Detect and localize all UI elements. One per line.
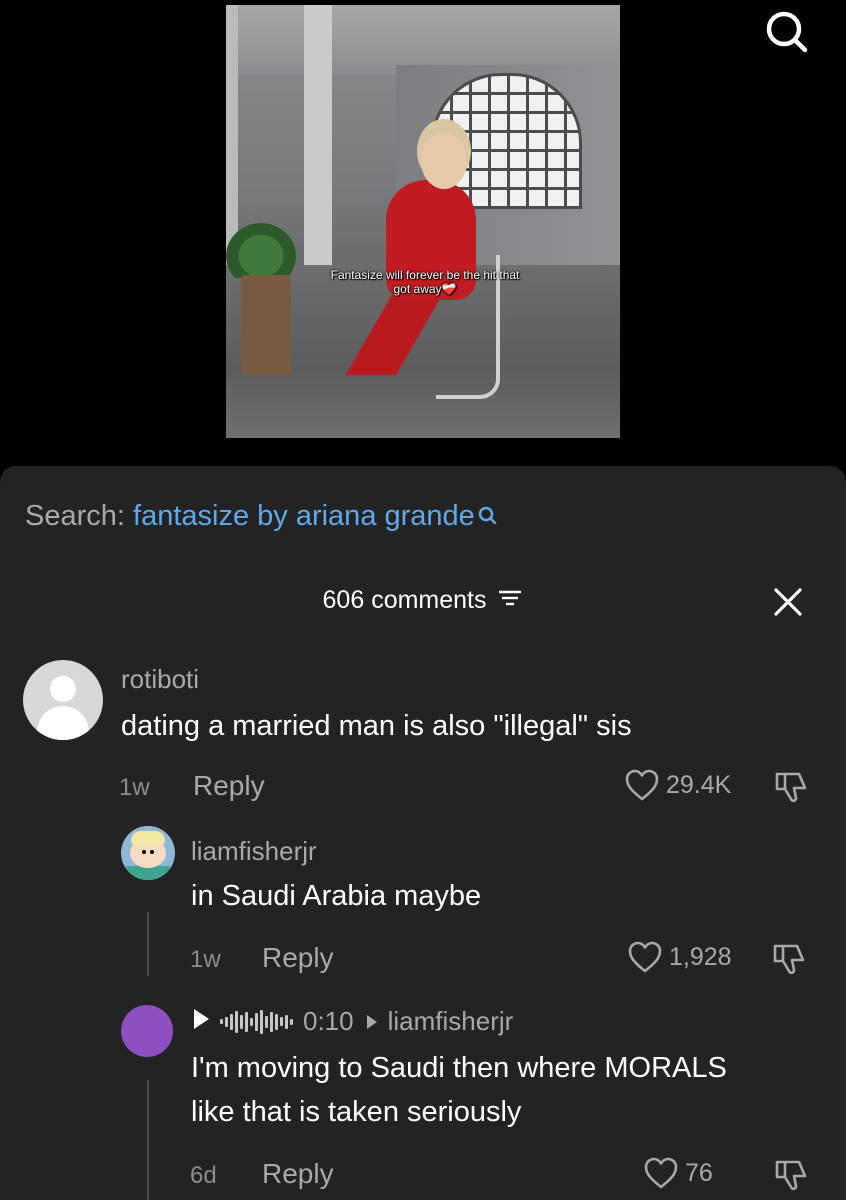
video-scene-pillar <box>304 5 332 285</box>
search-icon[interactable] <box>764 10 808 54</box>
heart-icon <box>628 941 662 973</box>
avatar-hair <box>131 831 165 845</box>
reply-button[interactable]: Reply <box>262 942 334 974</box>
heart-icon <box>644 1157 678 1189</box>
comment-username[interactable]: liamfisherjr <box>191 836 317 867</box>
waveform-bar <box>255 1012 258 1031</box>
thread-line <box>147 1080 149 1200</box>
avatar[interactable] <box>23 660 103 740</box>
waveform-bar <box>250 1017 253 1026</box>
comment-age: 1w <box>190 946 221 973</box>
waveform-bar <box>270 1011 273 1032</box>
play-icon[interactable] <box>192 1006 210 1037</box>
heart-bandage-emoji-icon: ❤️‍🩹 <box>441 282 457 296</box>
waveform-bar <box>220 1019 223 1024</box>
reply-to-username[interactable]: liamfisherjr <box>388 1006 514 1037</box>
avatar[interactable] <box>121 1005 173 1057</box>
waveform-bar <box>240 1014 243 1029</box>
like-count: 1,928 <box>669 942 732 971</box>
video-scene-plant <box>226 223 296 278</box>
avatar-shirt <box>126 866 170 880</box>
video-caption: Fantasize will forever be the hit that g… <box>300 268 550 296</box>
video-caption-line1: Fantasize will forever be the hit that <box>330 268 520 282</box>
waveform-bar <box>290 1018 293 1025</box>
default-avatar-head <box>50 676 76 702</box>
waveform-bar <box>225 1016 228 1027</box>
waveform-bar <box>280 1017 283 1026</box>
avatar-eye <box>150 850 154 854</box>
reply-button[interactable]: Reply <box>262 1158 334 1190</box>
like-count: 29.4K <box>666 770 732 799</box>
comment-text: dating a married man is also "illegal" s… <box>121 710 632 742</box>
like-button[interactable]: 1,928 <box>627 940 732 974</box>
like-count: 76 <box>685 1158 713 1187</box>
video-caption-line2: got away❤️‍🩹 <box>300 282 550 296</box>
voice-duration: 0:10 <box>303 1006 354 1036</box>
comment-age: 6d <box>190 1162 217 1189</box>
comment-username[interactable]: rotiboti <box>121 664 199 695</box>
comment-text-line2: like that is taken seriously <box>191 1096 522 1128</box>
default-avatar-body <box>37 706 89 740</box>
reply-button[interactable]: Reply <box>193 770 265 802</box>
heart-icon <box>625 769 659 801</box>
video-caption-line2-text: got away <box>393 282 442 296</box>
video-scene-stool <box>241 275 291 375</box>
comments-header: 606 comments <box>0 586 846 616</box>
avatar[interactable] <box>121 826 175 880</box>
waveform-bar <box>265 1015 268 1028</box>
waveform-bar <box>230 1013 233 1030</box>
waveform-bar <box>285 1014 288 1029</box>
avatar-eye <box>142 850 146 854</box>
like-button[interactable]: 29.4K <box>624 768 731 802</box>
video-thumbnail[interactable]: Fantasize will forever be the hit that g… <box>226 5 620 438</box>
close-icon[interactable] <box>772 586 804 618</box>
comment-text: I'm moving to Saudi then where MORALS li… <box>191 1046 727 1134</box>
waveform-bar <box>245 1011 248 1032</box>
video-area[interactable]: Fantasize will forever be the hit that g… <box>0 0 846 466</box>
search-suggestion-label: Search: <box>25 500 125 532</box>
waveform-bar <box>275 1013 278 1030</box>
dislike-icon[interactable] <box>772 1156 810 1194</box>
search-suggestion[interactable]: Search: fantasize by ariana grande <box>25 500 497 535</box>
comment-text: in Saudi Arabia maybe <box>191 880 482 912</box>
voice-reply-row[interactable]: 0:10 liamfisherjr <box>192 1006 513 1037</box>
comment-text-line1: I'm moving to Saudi then where MORALS <box>191 1052 727 1084</box>
like-button[interactable]: 76 <box>643 1156 713 1190</box>
dislike-icon[interactable] <box>772 768 810 806</box>
waveform-bar <box>260 1009 263 1034</box>
video-scene-person-head <box>421 133 467 189</box>
audio-waveform <box>220 1008 295 1036</box>
waveform-bar <box>235 1010 238 1033</box>
search-icon <box>477 502 497 535</box>
filter-icon[interactable] <box>497 587 523 616</box>
comments-count: 606 comments <box>322 586 487 614</box>
thread-line <box>147 912 149 976</box>
comment-age: 1w <box>119 774 150 801</box>
reply-arrow-icon <box>366 1006 378 1037</box>
search-suggestion-query[interactable]: fantasize by ariana grande <box>133 500 475 532</box>
dislike-icon[interactable] <box>770 940 808 978</box>
